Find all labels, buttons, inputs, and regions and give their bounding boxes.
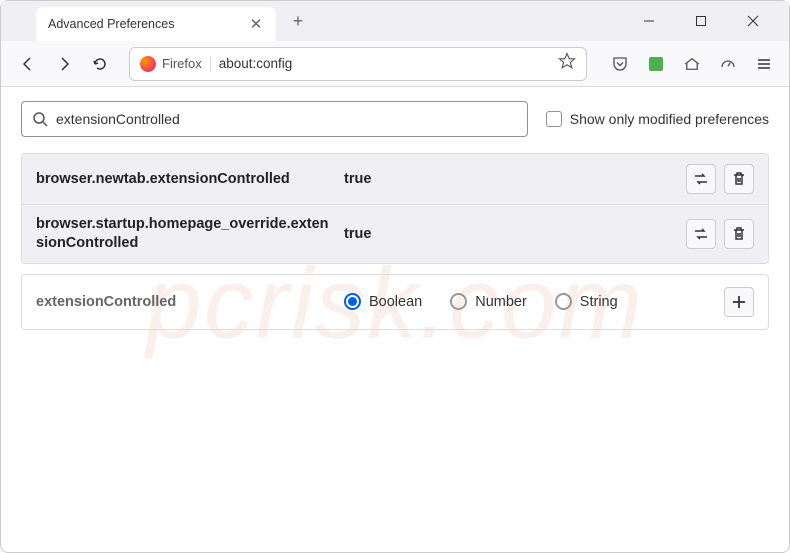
browser-tab[interactable]: Advanced Preferences ✕ [36,7,276,41]
prefs-list: browser.newtab.extensionControlled true … [21,153,769,264]
pref-actions [686,164,754,194]
pref-value: true [336,226,686,242]
add-button[interactable] [724,287,754,317]
add-pref-row: extensionControlled Boolean Number Strin… [21,274,769,330]
delete-button[interactable] [724,219,754,249]
identity-label: Firefox [162,56,202,71]
pref-name: browser.newtab.extensionControlled [36,170,336,189]
search-input[interactable] [56,111,517,127]
pref-row: browser.newtab.extensionControlled true [22,154,768,205]
window-controls [635,7,789,35]
minimize-button[interactable] [635,7,663,35]
search-box[interactable] [21,101,528,137]
titlebar: Advanced Preferences ✕ + [1,1,789,41]
firefox-icon [140,56,156,72]
close-tab-icon[interactable]: ✕ [248,16,264,32]
search-row: Show only modified preferences [21,101,769,137]
close-window-button[interactable] [739,7,767,35]
menu-icon[interactable] [749,49,779,79]
radio-string[interactable]: String [555,293,618,310]
checkbox-label: Show only modified preferences [570,111,769,127]
url-bar[interactable]: Firefox about:config [129,47,587,81]
forward-button[interactable] [47,47,81,81]
bookmark-star-icon[interactable] [558,52,576,75]
dashboard-icon[interactable] [713,49,743,79]
pref-row: browser.startup.homepage_override.extens… [22,205,768,263]
toggle-button[interactable] [686,164,716,194]
delete-button[interactable] [724,164,754,194]
pref-actions [686,219,754,249]
tab-title: Advanced Preferences [48,17,174,31]
type-radio-group: Boolean Number String [336,293,724,310]
add-pref-name: extensionControlled [36,294,336,310]
pref-name: browser.startup.homepage_override.extens… [36,215,336,253]
reload-button[interactable] [83,47,117,81]
toolbar: Firefox about:config [1,41,789,87]
url-text: about:config [219,56,558,71]
show-only-modified[interactable]: Show only modified preferences [546,111,769,127]
checkbox-icon[interactable] [546,111,562,127]
radio-label: Boolean [369,294,422,310]
radio-icon [344,293,361,310]
radio-icon [555,293,572,310]
pref-value: true [336,171,686,187]
radio-label: String [580,294,618,310]
maximize-button[interactable] [687,7,715,35]
account-icon[interactable] [677,49,707,79]
radio-number[interactable]: Number [450,293,527,310]
toggle-button[interactable] [686,219,716,249]
extension-icon[interactable] [641,49,671,79]
back-button[interactable] [11,47,45,81]
site-identity[interactable]: Firefox [140,56,211,72]
pocket-icon[interactable] [605,49,635,79]
radio-icon [450,293,467,310]
search-icon [32,111,48,127]
toolbar-icons [605,49,779,79]
content-area: Show only modified preferences browser.n… [1,87,789,344]
new-tab-button[interactable]: + [284,7,312,35]
radio-label: Number [475,294,527,310]
radio-boolean[interactable]: Boolean [344,293,422,310]
